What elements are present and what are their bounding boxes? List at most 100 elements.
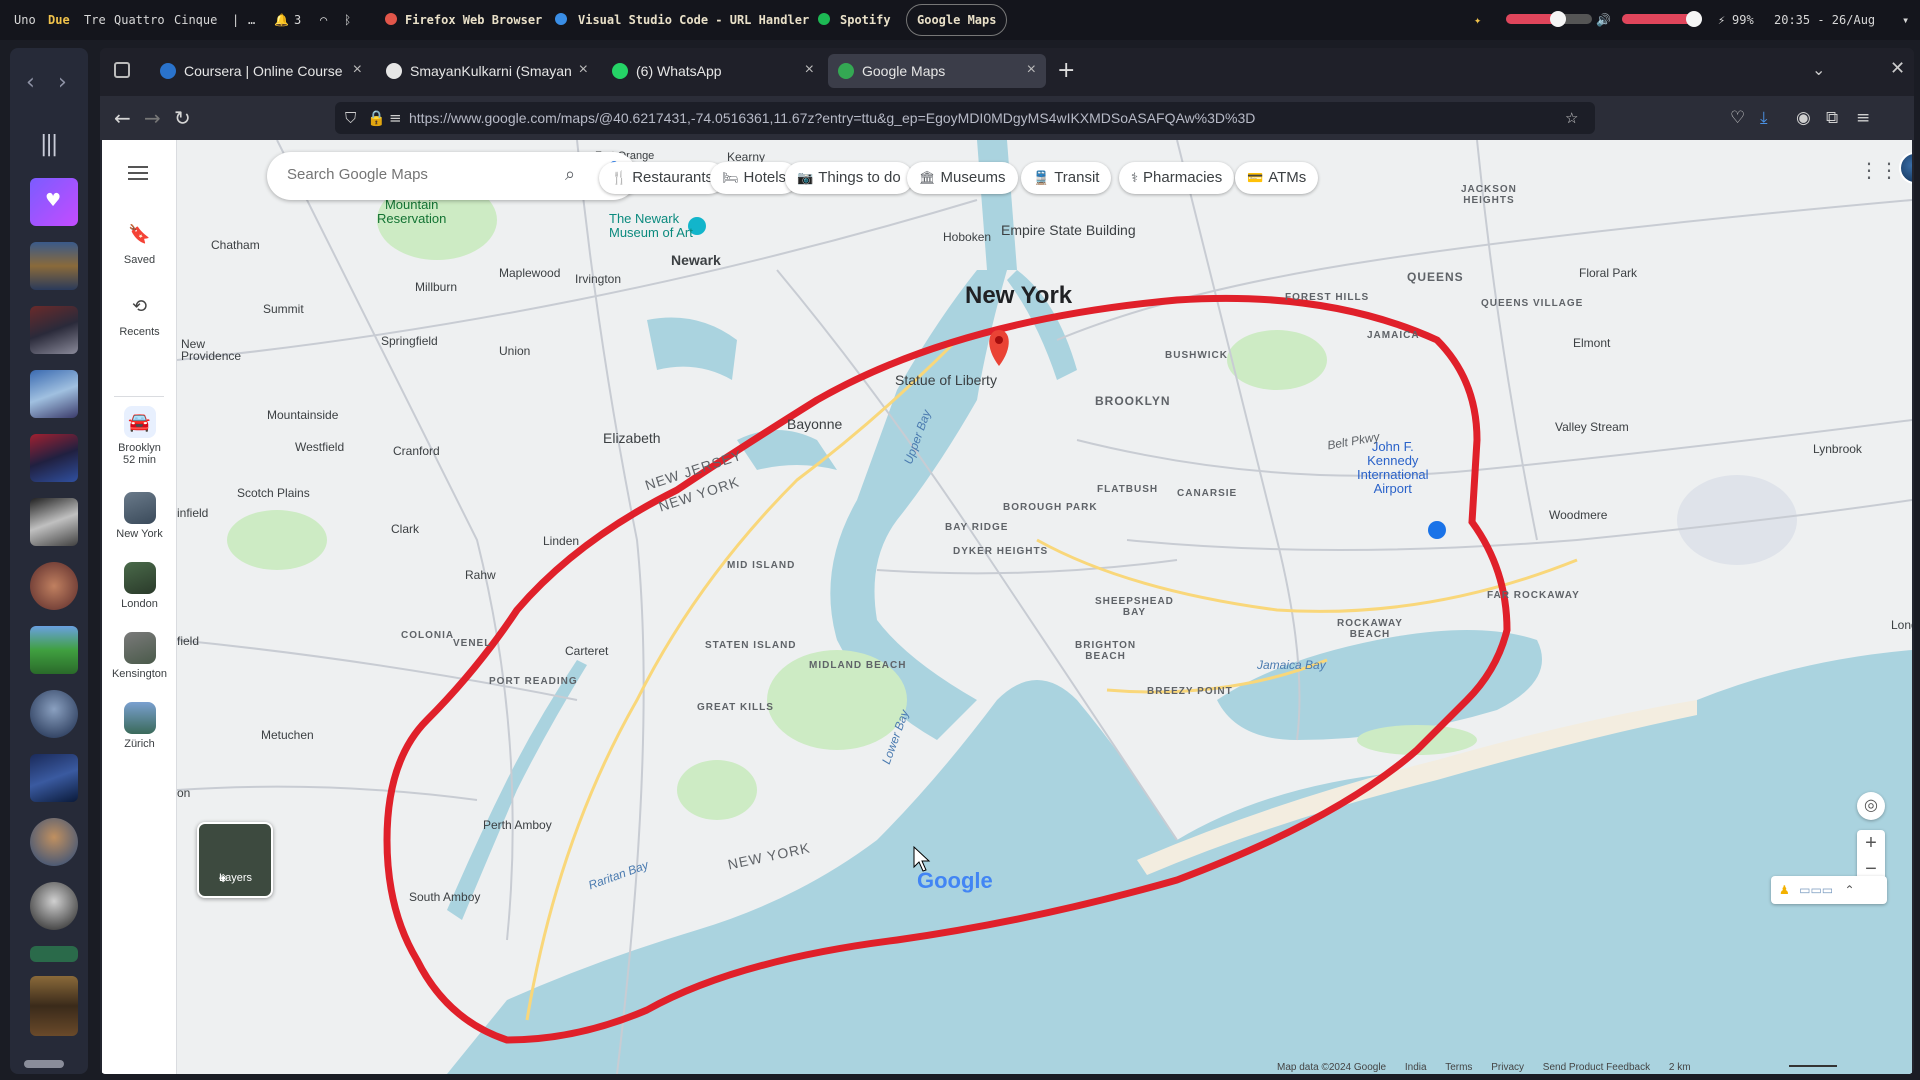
chip-things-to-do[interactable]: 📷 Things to do [785, 162, 913, 194]
volume-slider-knob[interactable] [1686, 11, 1702, 27]
lock-icon[interactable]: 🔒 [367, 109, 386, 127]
map-label-scotch-plains[interactable]: Scotch Plains [237, 486, 310, 500]
map-label-rockaway-beach[interactable]: ROCKAWAY BEACH [1337, 618, 1403, 640]
rail-recents[interactable]: ⟲ Recents [102, 290, 177, 338]
footer-terms-link[interactable]: Terms [1445, 1062, 1472, 1073]
map-label-carteret[interactable]: Carteret [565, 644, 608, 658]
chip-pharmacies[interactable]: ⚕ Pharmacies [1119, 162, 1235, 194]
map-label-mountainside[interactable]: Mountainside [267, 408, 338, 422]
url-text[interactable]: https://www.google.com/maps/@40.6217431,… [409, 110, 1255, 126]
chip-restaurants[interactable]: 🍴 Restaurants [599, 162, 726, 194]
map-label-union[interactable]: Union [499, 344, 530, 358]
map-label-forest-hills[interactable]: FOREST HILLS [1285, 292, 1369, 303]
map-label-rahway[interactable]: Rahw [465, 568, 496, 582]
map-label-brighton-beach[interactable]: BRIGHTON BEACH [1075, 640, 1136, 662]
map-label-dyker-heights[interactable]: DYKER HEIGHTS [953, 546, 1048, 557]
map-label-brooklyn[interactable]: BROOKLYN [1095, 394, 1171, 408]
menu-icon[interactable]: ≡ [1856, 108, 1870, 128]
playlist-thumb[interactable] [30, 242, 78, 290]
map-label-newark-museum[interactable]: The Newark Museum of Art [609, 212, 693, 240]
search-icon[interactable]: ⌕ [565, 164, 575, 185]
map-label-elmont[interactable]: Elmont [1573, 336, 1610, 350]
map-label-statue-of-liberty[interactable]: Statue of Liberty [895, 372, 997, 388]
window-close-button[interactable]: ✕ [1890, 58, 1905, 79]
new-tab-button[interactable]: + [1057, 58, 1075, 83]
map-label-bushwick[interactable]: BUSHWICK [1165, 350, 1228, 361]
close-icon[interactable]: × [805, 61, 814, 79]
taskbar-spotify[interactable]: Spotify [840, 13, 891, 27]
pocket-icon[interactable]: ♡ [1730, 108, 1745, 128]
map-label-cranford[interactable]: Cranford [393, 444, 440, 458]
taskbar-vscode[interactable]: Visual Studio Code - URL Handler [578, 13, 809, 27]
map-label-flatbush[interactable]: FLATBUSH [1097, 484, 1158, 495]
artist-thumb[interactable] [30, 818, 78, 866]
brightness-slider-knob[interactable] [1550, 11, 1566, 27]
rail-zurich[interactable]: Zürich [102, 702, 177, 750]
pegman-icon[interactable]: ♟ [1779, 883, 1790, 897]
download-icon[interactable]: ⤓ [1760, 108, 1768, 128]
extensions-icon[interactable]: ⧉ [1826, 108, 1838, 128]
map-label-valley-stream[interactable]: Valley Stream [1555, 420, 1629, 434]
workspace-1[interactable]: Uno [14, 13, 36, 27]
map-label-hoboken[interactable]: Hoboken [943, 230, 991, 244]
google-apps-icon[interactable]: ⋮⋮ [1859, 158, 1899, 182]
map-label-woodmere[interactable]: Woodmere [1549, 508, 1607, 522]
map-label-great-kills[interactable]: GREAT KILLS [697, 702, 774, 713]
map-label-queens[interactable]: QUEENS [1407, 270, 1464, 284]
map-label-clark[interactable]: Clark [391, 522, 419, 536]
map-label-edison[interactable]: on [177, 786, 190, 800]
reload-button[interactable]: ↻ [174, 106, 191, 130]
map-label-canarsie[interactable]: CANARSIE [1177, 488, 1237, 499]
workspace-4[interactable]: Quattro [114, 13, 165, 27]
overflow-indicator[interactable]: … [248, 13, 255, 27]
shield-icon[interactable]: ⛉ [345, 109, 356, 127]
map-label-midland-beach[interactable]: MIDLAND BEACH [809, 660, 906, 671]
map-label-empire-state[interactable]: Empire State Building [1001, 222, 1136, 238]
map-label-chatham[interactable]: Chatham [211, 238, 260, 252]
map-canvas[interactable]: New York Newark BROOKLYN QUEENS Statue o… [177, 140, 1912, 1074]
map-label-breezy-point[interactable]: BREEZY POINT [1147, 686, 1233, 697]
chip-atms[interactable]: 💳 ATMs [1235, 162, 1319, 194]
permissions-icon[interactable]: ≡ [389, 109, 402, 127]
footer-feedback-link[interactable]: Send Product Feedback [1543, 1062, 1650, 1073]
artist-thumb[interactable] [30, 882, 78, 930]
map-label-port-reading[interactable]: PORT READING [489, 676, 578, 687]
imagery-thumbnails[interactable]: ▭▭▭ [1799, 883, 1833, 897]
tab-coursera[interactable]: Coursera | Online Course × [150, 54, 372, 88]
liked-songs-thumb[interactable]: ♥ [30, 178, 78, 226]
map-label-new-providence[interactable]: New Providence [181, 338, 241, 362]
forward-button[interactable]: → [144, 106, 161, 130]
search-input[interactable] [287, 166, 547, 183]
dock-scrollbar[interactable] [24, 1060, 64, 1068]
back-arrow-icon[interactable]: ‹ [26, 70, 35, 95]
workspace-2[interactable]: Due [48, 13, 70, 27]
clock[interactable]: 20:35 - 26/Aug [1774, 13, 1875, 27]
back-button[interactable]: ← [114, 106, 131, 130]
artist-thumb[interactable] [30, 690, 78, 738]
map-label-jfk-airport[interactable]: John F. Kennedy International Airport [1357, 440, 1429, 496]
rail-kensington[interactable]: Kensington [102, 632, 177, 680]
map-label-new-york[interactable]: New York [965, 282, 1072, 310]
map-label-jamaica[interactable]: JAMAICA [1367, 330, 1420, 341]
map-scale-label[interactable]: 2 km [1669, 1062, 1691, 1073]
rail-london[interactable]: London [102, 562, 177, 610]
chevron-up-icon[interactable]: ⌃ [1844, 883, 1854, 897]
close-icon[interactable]: × [353, 61, 362, 79]
map-label-maplewood[interactable]: Maplewood [499, 266, 560, 280]
map-label-field[interactable]: field [177, 634, 199, 648]
map-label-lynbrook[interactable]: Lynbrook [1813, 442, 1862, 456]
footer-region-link[interactable]: India [1405, 1062, 1427, 1073]
chip-museums[interactable]: 🏛 Museums [907, 162, 1018, 194]
map-label-irvington[interactable]: Irvington [575, 272, 621, 286]
brightness-slider[interactable] [1506, 11, 1592, 27]
playlist-thumb[interactable] [30, 754, 78, 802]
zoom-in-button[interactable]: + [1857, 830, 1885, 856]
bluetooth-icon[interactable]: ᛒ [344, 13, 351, 27]
list-all-tabs-button[interactable]: ⌄ [1812, 60, 1825, 79]
map-label-far-rockaway[interactable]: FAR ROCKAWAY [1487, 590, 1580, 601]
map-label-borough-park[interactable]: BOROUGH PARK [1003, 502, 1098, 513]
map-label-newark[interactable]: Newark [671, 252, 721, 268]
playlist-thumb[interactable] [30, 946, 78, 962]
bookmark-star-icon[interactable]: ☆ [1565, 109, 1578, 127]
tab-google-maps[interactable]: Google Maps × [828, 54, 1046, 88]
